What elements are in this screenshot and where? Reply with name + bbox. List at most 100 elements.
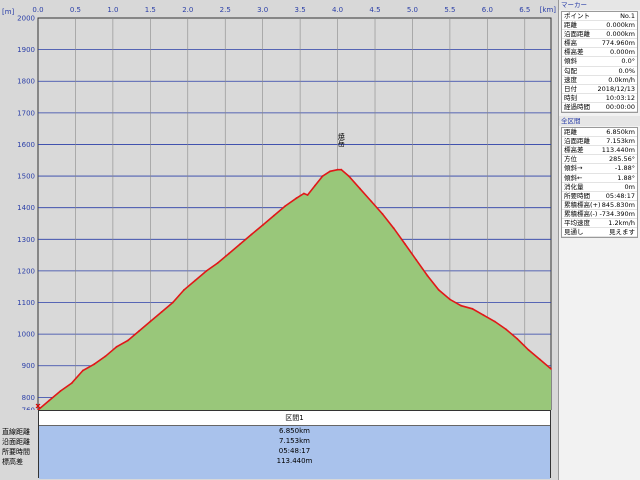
all-info-value: 1.88° [617,173,635,182]
marker-info-value: 0.000m [610,48,635,57]
section-summary-panel: 区間1 6.850km 7.153km 05:48:17 113.440m [38,410,551,479]
x-tick-label: 4.5 [369,6,380,14]
all-info-value: 0m [624,182,635,191]
y-tick-label: 1000 [17,331,35,339]
elevation-point [321,175,324,178]
marker-info-key: 標高 [564,39,577,48]
elevation-point [104,355,107,358]
x-tick-label: 2.5 [220,6,231,14]
elevation-point [228,252,230,255]
all-info-row: 標高差 113.440m [562,146,637,156]
y-tick-label: 2000 [17,15,35,23]
x-tick-label: 3.0 [257,6,268,14]
elevation-point [82,369,84,372]
elevation-point [493,320,496,323]
marker-info-key: 日付 [564,84,577,93]
elevation-point [295,197,298,200]
all-info-row: 平均速度 1.2km/h [562,218,637,229]
elevation-point [370,200,373,203]
peak-annotation: 焼岳 [337,132,345,147]
elevation-point [303,192,305,195]
elevation-point [314,184,316,187]
marker-info-value: 774.960m [601,39,635,48]
all-section-info-table: 距離 6.850km 沿面距離 7.153km 標高差 113.440m 方位 285.56°… [561,127,638,239]
marker-info-row: 時刻 10:03:12 [562,94,637,103]
marker-info-key: ポイント [564,12,590,20]
elevation-point [239,243,242,245]
elevation-point [48,399,51,402]
y-tick-label: 1300 [17,236,35,244]
all-info-key: 累積標高(+) [564,200,601,209]
elevation-point [216,262,219,264]
marker-info-key: 勾配 [564,66,577,75]
summary-label: 沿面距離 [2,438,30,446]
elevation-point [261,224,264,227]
elevation-point [59,390,62,392]
all-info-key: 距離 [564,128,577,137]
elevation-point [381,213,384,215]
x-tick-label: 6.0 [482,6,493,14]
y-tick-label: 900 [22,362,35,370]
summary-value: 6.850km [279,427,310,435]
elevation-point [426,274,429,277]
marker-info-row: 日付 2018/12/13 [562,85,637,94]
all-info-key: 標高差 [564,146,584,155]
elevation-point [183,289,185,291]
marker-info-value: 0.000km [606,30,635,39]
all-info-row: 見通し 見えます [562,228,637,238]
all-info-row: 傾斜→ -1.88° [562,164,637,174]
summary-row: 113.440m [39,456,550,466]
elevation-profile-chart[interactable]: 2000 1900 1800 1700 1600 1500 1400 1300 1200 1100… [0,0,556,480]
summary-label: 所要時間 [2,448,30,456]
y-tick-label: 760 [22,407,35,411]
all-info-row: 方位 285.56° [562,155,637,165]
section-header[interactable]: 区間1 [39,411,550,426]
x-unit-label: [km] [540,6,556,14]
x-tick-label: 0.5 [70,6,81,14]
elevation-point [115,345,118,348]
all-info-value: 7.153km [606,137,635,146]
elevation-point [505,328,507,331]
marker-info-value: 2018/12/13 [597,84,635,93]
marker-info-row: 距離 0.000km [562,21,637,31]
all-info-value: -1.88° [614,164,635,173]
summary-row: 7.153km [39,436,550,446]
y-tick-label: 1600 [17,141,35,149]
elevation-point [336,168,339,171]
elevation-point [516,338,519,340]
elevation-point [347,175,350,178]
all-info-value: 113.440m [601,146,635,155]
elevation-point [194,279,197,282]
summary-label: 直線距離 [2,428,30,436]
y-tick-label: 800 [22,394,35,402]
all-info-row: 距離 6.850km [562,128,637,138]
elevation-point [538,358,541,361]
elevation-point [449,298,451,301]
marker-info-row: 沿面距離 0.000km [562,30,637,40]
all-info-key: 方位 [564,155,577,164]
elevation-point [160,311,163,313]
all-info-value: 05:48:17 [605,191,635,200]
marker-info-row: 速度 0.0km/h [562,76,637,85]
marker-info-value: 0.0km/h [608,75,635,84]
all-info-key: 沿面距離 [564,137,590,146]
summary-label: 標高差 [2,458,23,466]
elevation-point [527,349,530,351]
x-tick-label: 5.5 [444,6,455,14]
summary-row: 05:48:17 [39,446,550,456]
marker-info-row: 傾斜 0.0° [562,57,637,67]
marker-info-key: 速度 [564,75,577,84]
elevation-point [437,289,440,291]
elevation-point [359,187,361,190]
all-info-key: 平均速度 [564,218,590,227]
x-tick-label: 1.5 [145,6,156,14]
elevation-point [250,233,253,236]
all-info-row: 累積標高(-) -734.390m [562,210,637,219]
marker-info-table: ポイント No.1 距離 0.000km 沿面距離 0.000km 標高 774.960m 標高… [561,11,638,114]
elevation-point [93,363,96,366]
y-tick-label: 1100 [17,299,35,307]
x-tick-label: 0.0 [32,6,43,14]
all-info-key: 消化量 [564,182,584,191]
y-tick-label: 1900 [17,46,35,54]
marker-info-key: 時刻 [564,93,577,102]
